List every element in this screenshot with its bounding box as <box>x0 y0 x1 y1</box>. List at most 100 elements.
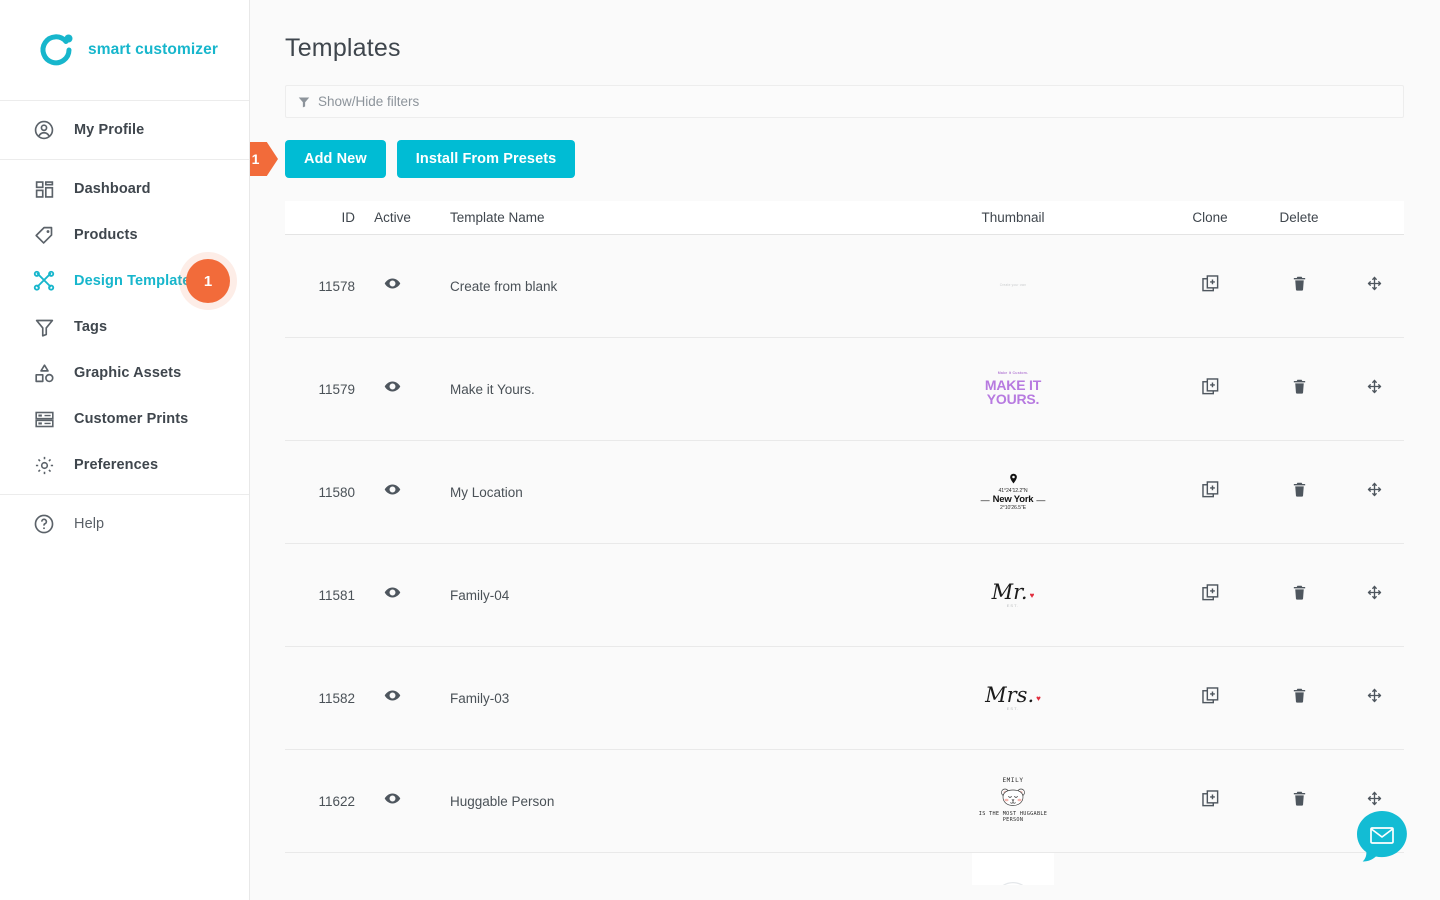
trash-icon[interactable] <box>1291 378 1308 395</box>
cell-clone[interactable] <box>1166 480 1254 504</box>
cell-clone[interactable] <box>1166 686 1254 710</box>
thumb-line-2: PERSON <box>1002 817 1024 824</box>
show-hide-filters-bar[interactable]: Show/Hide filters <box>285 85 1404 118</box>
cell-clone[interactable] <box>1166 789 1254 813</box>
sidebar-item-tags[interactable]: Tags <box>0 304 249 350</box>
cell-active[interactable] <box>355 584 430 606</box>
cell-move[interactable] <box>1344 481 1404 503</box>
thumb-line-1: MAKE IT <box>984 376 1042 393</box>
clone-icon[interactable] <box>1201 480 1220 499</box>
add-new-button[interactable]: Add New <box>285 140 386 178</box>
cell-delete[interactable] <box>1254 275 1344 297</box>
table-row[interactable]: 11579 Make it Yours. Make It Custom. MAK… <box>285 338 1404 441</box>
table-row[interactable]: 11581 Family-04 Mr. ♥ EST. <box>285 544 1404 647</box>
chat-widget-button[interactable] <box>1356 810 1408 862</box>
cell-thumbnail[interactable]: 41°24'12.2"N — New York — 2°10'26.5"E <box>860 457 1166 527</box>
cell-active[interactable] <box>355 275 430 297</box>
trash-icon[interactable] <box>1291 275 1308 292</box>
cell-move[interactable] <box>1344 378 1404 400</box>
sidebar-item-dashboard[interactable]: Dashboard <box>0 166 249 212</box>
sidebar-item-my-profile[interactable]: My Profile <box>0 107 249 153</box>
sidebar-item-design-templates[interactable]: Design Templates 1 <box>0 258 249 304</box>
clone-icon[interactable] <box>1201 686 1220 705</box>
cell-thumbnail[interactable]: Make It Custom. MAKE IT YOURS. <box>860 354 1166 424</box>
eye-icon[interactable] <box>384 275 401 292</box>
cell-delete[interactable] <box>1254 584 1344 606</box>
cell-thumbnail[interactable]: EMILY IS THE MOST HUGGABLE PERSON <box>860 766 1166 836</box>
cell-active[interactable] <box>355 378 430 400</box>
move-arrows-icon[interactable] <box>1366 275 1383 292</box>
app-root: smart customizer My Profile Dashboard Pr… <box>0 0 1440 900</box>
cell-template-name: Make it Yours. <box>450 381 535 397</box>
sidebar-item-products[interactable]: Products <box>0 212 249 258</box>
sidebar-item-help[interactable]: Help <box>0 501 249 547</box>
dashboard-grid-icon <box>32 177 56 201</box>
user-circle-icon <box>32 118 56 142</box>
move-arrows-icon[interactable] <box>1366 790 1383 807</box>
sidebar-item-label: Dashboard <box>74 181 151 197</box>
scissors-icon <box>32 269 56 293</box>
cell-active[interactable] <box>355 790 430 812</box>
sidebar-item-customer-prints[interactable]: Customer Prints <box>0 396 249 442</box>
cell-move[interactable] <box>1344 275 1404 297</box>
cell-delete[interactable] <box>1254 790 1344 812</box>
thumb-text: Create your own <box>999 283 1027 288</box>
dash-right: — <box>1036 494 1046 505</box>
sidebar-item-label: Customer Prints <box>74 411 189 427</box>
smart-customizer-logo-icon <box>38 32 74 68</box>
cell-clone[interactable] <box>1166 377 1254 401</box>
eye-icon[interactable] <box>384 481 401 498</box>
brand[interactable]: smart customizer <box>0 0 249 101</box>
move-arrows-icon[interactable] <box>1366 687 1383 704</box>
eye-icon[interactable] <box>384 584 401 601</box>
map-pin-icon <box>1008 472 1019 489</box>
table-row[interactable]: 11622 Huggable Person EMILY IS THE MOST … <box>285 750 1404 853</box>
thumb-subtitle: EST. <box>1006 602 1020 608</box>
eye-icon[interactable] <box>384 378 401 395</box>
clone-icon[interactable] <box>1201 377 1220 396</box>
trash-icon[interactable] <box>1291 687 1308 704</box>
column-header-delete: Delete <box>1279 210 1319 225</box>
cell-move[interactable] <box>1344 687 1404 709</box>
cell-active[interactable] <box>355 481 430 503</box>
trash-icon[interactable] <box>1291 481 1308 498</box>
move-arrows-icon[interactable] <box>1366 378 1383 395</box>
cell-delete[interactable] <box>1254 687 1344 709</box>
clone-icon[interactable] <box>1201 789 1220 808</box>
table-row[interactable]: 11578 Create from blank Create your own <box>285 235 1404 338</box>
cell-clone[interactable] <box>1166 274 1254 298</box>
cell-delete[interactable] <box>1254 378 1344 400</box>
heart-icon: ♥ <box>1036 693 1041 703</box>
table-row[interactable]: 11582 Family-03 Mrs. ♥ EST. <box>285 647 1404 750</box>
thumb-word: Mr. <box>991 579 1028 604</box>
move-arrows-icon[interactable] <box>1366 584 1383 601</box>
trash-icon[interactable] <box>1291 584 1308 601</box>
toolbar: 1 Add New Install From Presets <box>250 140 1404 178</box>
eye-icon[interactable] <box>384 790 401 807</box>
table-row-partial[interactable] <box>285 853 1404 885</box>
cell-thumbnail[interactable]: Mr. ♥ EST. <box>860 560 1166 630</box>
clone-icon[interactable] <box>1201 583 1220 602</box>
trash-icon[interactable] <box>1291 790 1308 807</box>
sidebar-item-preferences[interactable]: Preferences <box>0 442 249 488</box>
cell-clone[interactable] <box>1166 583 1254 607</box>
cell-active[interactable] <box>355 687 430 709</box>
brand-name: smart customizer <box>88 41 218 58</box>
sidebar-item-label: Help <box>74 516 105 532</box>
install-from-presets-button[interactable]: Install From Presets <box>396 140 576 178</box>
move-arrows-icon[interactable] <box>1366 481 1383 498</box>
sidebar-item-graphic-assets[interactable]: Graphic Assets <box>0 350 249 396</box>
table-row[interactable]: 11580 My Location 41°24'12.2"N — New Yor… <box>285 441 1404 544</box>
thumb-title: EMILY <box>1002 777 1024 785</box>
column-header-active: Active <box>374 210 411 225</box>
clone-icon[interactable] <box>1201 274 1220 293</box>
cell-delete[interactable] <box>1254 481 1344 503</box>
eye-icon[interactable] <box>384 687 401 704</box>
cell-thumbnail[interactable]: Mrs. ♥ EST. <box>860 663 1166 733</box>
cell-move[interactable] <box>1344 584 1404 606</box>
sidebar-group-help: Help <box>0 495 249 553</box>
thumb-script-row: Mr. ♥ <box>991 579 1035 604</box>
cell-thumbnail[interactable]: Create your own <box>860 251 1166 321</box>
cell-id: 11581 <box>318 587 355 603</box>
cell-move[interactable] <box>1344 790 1404 812</box>
